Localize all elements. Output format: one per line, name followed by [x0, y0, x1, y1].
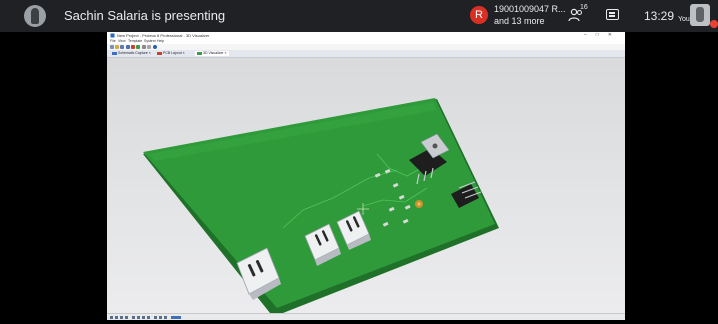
- clock: 13:29: [644, 9, 675, 23]
- app-icon: [110, 33, 115, 38]
- view-back-icon[interactable]: [125, 315, 128, 319]
- shared-screen: New Project - Proteus 8 Professional - 3…: [107, 32, 625, 320]
- participant-more[interactable]: and 13 more: [494, 16, 545, 26]
- participant-avatar[interactable]: R: [470, 6, 488, 24]
- window-title-bar: New Project - Proteus 8 Professional - 3…: [107, 32, 625, 39]
- people-count: 16: [580, 4, 588, 11]
- zoom-in-icon[interactable]: [142, 315, 145, 319]
- you-label: You: [678, 16, 690, 23]
- mic-muted-indicator: [710, 20, 718, 28]
- self-video-tile[interactable]: [690, 4, 710, 26]
- height-slider[interactable]: [171, 315, 181, 319]
- help-icon[interactable]: [153, 45, 157, 49]
- status-bar: [107, 313, 625, 320]
- tab-pcb-layout[interactable]: PCB Layout ×: [155, 51, 187, 56]
- save-icon[interactable]: [120, 45, 124, 49]
- tab-schematic-capture[interactable]: Schematic Capture ×: [110, 51, 153, 56]
- gerber-icon[interactable]: [142, 45, 146, 49]
- new-icon[interactable]: [110, 45, 114, 49]
- pcb-icon[interactable]: [131, 45, 135, 49]
- bom-icon[interactable]: [147, 45, 151, 49]
- view-front-icon[interactable]: [120, 315, 123, 319]
- participant-name[interactable]: 19001009047 R...: [494, 4, 566, 14]
- view-top-icon[interactable]: [110, 315, 113, 319]
- presenter-status: Sachin Salaria is presenting: [64, 8, 226, 23]
- tab-3d-visualizer[interactable]: 3D Visualizer ×: [195, 51, 229, 56]
- view-bottom-icon[interactable]: [115, 315, 118, 319]
- zoom-out-icon[interactable]: [147, 315, 150, 319]
- open-icon[interactable]: [115, 45, 119, 49]
- rotate-icon[interactable]: [164, 315, 167, 319]
- window-controls[interactable]: –□✕: [584, 32, 621, 39]
- visualizer-icon[interactable]: [136, 45, 140, 49]
- 3d-viewport[interactable]: [107, 58, 625, 313]
- pcb-3d-render: [143, 98, 499, 313]
- pan-icon[interactable]: [159, 315, 162, 319]
- tab-strip: Schematic Capture × PCB Layout × 3D Visu…: [107, 50, 625, 58]
- view-right-icon[interactable]: [137, 315, 140, 319]
- meeting-top-bar: Sachin Salaria is presenting R 190010090…: [0, 0, 718, 32]
- chat-icon[interactable]: [606, 9, 619, 20]
- window-title: New Project - Proteus 8 Professional - 3…: [117, 33, 210, 38]
- view-left-icon[interactable]: [132, 315, 135, 319]
- presenter-avatar: [24, 5, 46, 27]
- schematic-icon[interactable]: [126, 45, 130, 49]
- zoom-fit-icon[interactable]: [154, 315, 157, 319]
